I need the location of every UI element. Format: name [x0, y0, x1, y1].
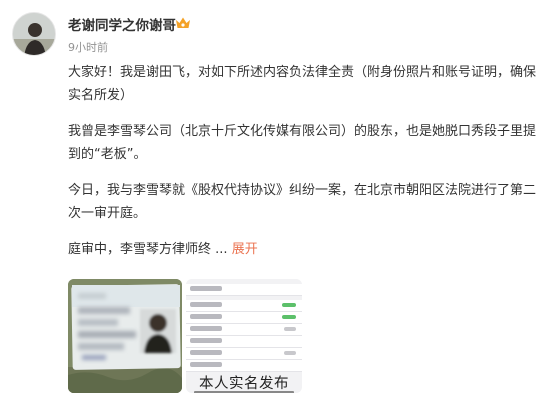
post-body: 大家好！我是谢田飞，对如下所述内容负法律全责（附身份照片和账号证明，确保实名所发…	[68, 61, 546, 274]
post-timestamp[interactable]: 9小时前	[68, 39, 108, 55]
expand-link[interactable]: 展开	[232, 242, 258, 257]
post-paragraph-truncated: 庭审中，李雪琴方律师终 ... 展开	[68, 238, 546, 261]
truncated-text: 庭审中，李雪琴方律师终	[68, 242, 212, 257]
settings-row	[186, 300, 302, 312]
avatar[interactable]	[12, 12, 56, 56]
post-paragraph: 大家好！我是谢田飞，对如下所述内容负法律全责（附身份照片和账号证明，确保实名所发…	[68, 65, 537, 103]
id-card-icon	[68, 279, 182, 393]
settings-row	[186, 284, 302, 296]
settings-row	[186, 348, 302, 360]
ellipsis: ...	[215, 242, 228, 257]
image-thumbnail-account-screenshot[interactable]: 本人实名发布	[186, 279, 302, 393]
vip-crown-icon[interactable]	[175, 16, 191, 29]
settings-row	[186, 336, 302, 348]
settings-row	[186, 312, 302, 324]
username[interactable]: 老谢同学之你谢哥	[68, 14, 176, 34]
avatar-photo	[13, 13, 55, 55]
post-paragraph: 今日，我与李雪琴就《股权代持协议》纠纷一案，在北京市朝阳区法院进行了第二次一审开…	[68, 183, 537, 221]
image-thumbnail-id-card[interactable]	[68, 279, 182, 393]
settings-row	[186, 324, 302, 336]
post-paragraph: 我曾是李雪琴公司（北京十斤文化传媒有限公司）的股东，也是她脱口秀段子里提到的“老…	[68, 124, 537, 162]
caption-overflow-line	[194, 391, 294, 393]
settings-row	[186, 360, 302, 372]
settings-list	[186, 279, 302, 372]
image-caption: 本人实名发布	[199, 376, 289, 392]
